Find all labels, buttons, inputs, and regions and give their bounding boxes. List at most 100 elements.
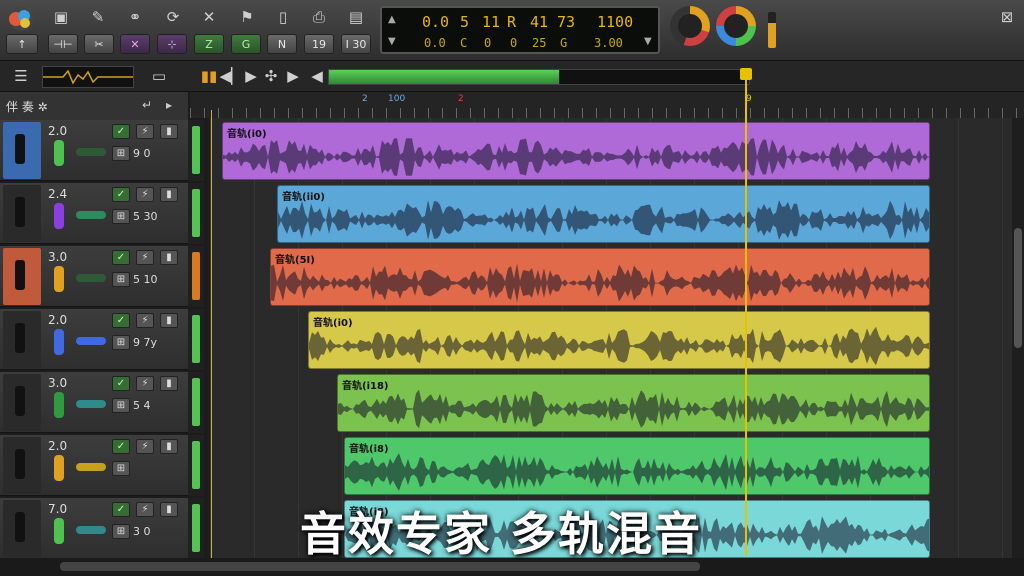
display-down-arrow-icon[interactable]: ▼ [388, 36, 396, 47]
mode-button-1[interactable]: ⊣⊢ [48, 34, 78, 54]
image-icon[interactable]: ▣ [48, 6, 74, 28]
track-check-button[interactable]: ✓ [112, 439, 130, 454]
rotate-icon[interactable]: ⟳ [160, 6, 186, 28]
audio-clip[interactable]: 音轨(i18) [337, 374, 930, 432]
audio-clip[interactable]: 音轨(ii0) [277, 185, 930, 243]
track-row[interactable]: 2.0 ✓ ⚡ ▮ ⊞ [0, 435, 188, 496]
track-check-button[interactable]: ✓ [112, 313, 130, 328]
list-view-icon[interactable]: ☰ [8, 65, 34, 87]
track-check-button[interactable]: ✓ [112, 250, 130, 265]
track-mute-button[interactable]: ▮ [160, 250, 178, 265]
track-send-slider[interactable] [76, 400, 106, 408]
display-down-arrow-icon[interactable]: ▼ [644, 36, 652, 47]
input-knob[interactable] [670, 6, 710, 46]
display-up-arrow-icon[interactable]: ▲ [388, 14, 396, 25]
track-mute-button[interactable]: ▮ [160, 439, 178, 454]
vertical-scrollbar[interactable] [1012, 118, 1024, 558]
track-solo-button[interactable]: ⚡ [136, 439, 154, 454]
mode-button-5[interactable]: Z [194, 34, 224, 54]
track-fader[interactable] [15, 260, 25, 290]
track-mute-button[interactable]: ▮ [160, 313, 178, 328]
return-icon[interactable]: ↵ [142, 98, 152, 112]
track-fx-button[interactable]: ⊞ [112, 461, 130, 476]
audio-clip[interactable]: 音轨(i0) [222, 122, 930, 180]
mode-button-8[interactable]: 19 [304, 34, 334, 54]
track-send-slider[interactable] [76, 274, 106, 282]
track-solo-button[interactable]: ⚡ [136, 376, 154, 391]
track-check-button[interactable]: ✓ [112, 502, 130, 517]
playhead-handle[interactable] [740, 68, 752, 80]
track-fader[interactable] [15, 386, 25, 416]
audio-clip[interactable]: 音轨(i8) [344, 437, 930, 495]
mode-button-2[interactable]: ✂ [84, 34, 114, 54]
track-fx-button[interactable]: ⊞ [112, 209, 130, 224]
output-knob[interactable] [716, 6, 756, 46]
track-list-header: 伴 奏 ✲ ↵ ▸ [0, 92, 188, 120]
track-meter [188, 498, 204, 559]
track-fader[interactable] [15, 197, 25, 227]
save-icon[interactable]: ▤ [343, 6, 369, 28]
upload-button[interactable]: ↑ [6, 34, 38, 54]
mode-button-3[interactable]: ✕ [120, 34, 150, 54]
monitor-icon[interactable]: ▭ [146, 65, 172, 87]
track-level-led [54, 392, 64, 418]
track-mute-button[interactable]: ▮ [160, 187, 178, 202]
track-fader[interactable] [15, 449, 25, 479]
audio-clip[interactable]: 音轨(i0) [308, 311, 930, 369]
play-forward-icon[interactable]: ▶ [280, 65, 306, 87]
track-check-button[interactable]: ✓ [112, 124, 130, 139]
track-send-slider[interactable] [76, 526, 106, 534]
track-fx-button[interactable]: ⊞ [112, 146, 130, 161]
track-fader[interactable] [15, 512, 25, 542]
display-value: 3.00 [594, 36, 623, 50]
expand-icon[interactable]: ▸ [166, 98, 172, 112]
track-row[interactable]: 3.0 ✓ ⚡ ▮ ⊞ 5 10 [0, 246, 188, 307]
playhead[interactable] [745, 70, 747, 556]
mode-button-6[interactable]: G [231, 34, 261, 54]
pen-tool-icon[interactable]: ✎ [85, 6, 111, 28]
track-row[interactable]: 2.4 ✓ ⚡ ▮ ⊞ 5 30 [0, 183, 188, 244]
track-fx-button[interactable]: ⊞ [112, 398, 130, 413]
track-solo-button[interactable]: ⚡ [136, 313, 154, 328]
track-solo-button[interactable]: ⚡ [136, 187, 154, 202]
track-fader[interactable] [15, 134, 25, 164]
close-panel-button[interactable]: ⊠ [994, 6, 1020, 28]
print-icon[interactable]: ⎙ [306, 6, 332, 28]
track-check-button[interactable]: ✓ [112, 376, 130, 391]
track-fx-button[interactable]: ⊞ [112, 524, 130, 539]
track-solo-button[interactable]: ⚡ [136, 250, 154, 265]
link-icon[interactable]: ⚭ [122, 6, 148, 28]
ruler-marker: 2 [362, 94, 368, 104]
track-meter [188, 372, 204, 433]
track-meter-fill [192, 126, 200, 174]
track-row[interactable]: 2.0 ✓ ⚡ ▮ ⊞ 9 7y [0, 309, 188, 370]
track-solo-button[interactable]: ⚡ [136, 124, 154, 139]
audio-clip[interactable]: 音轨(5I) [270, 248, 930, 306]
track-row[interactable]: 2.0 ✓ ⚡ ▮ ⊞ 9 0 [0, 120, 188, 181]
mode-button-4[interactable]: ⊹ [157, 34, 187, 54]
track-check-button[interactable]: ✓ [112, 187, 130, 202]
flag-icon[interactable]: ⚑ [234, 6, 260, 28]
track-send-slider[interactable] [76, 148, 106, 156]
tools-icon[interactable]: ✕ [196, 6, 222, 28]
clip-waveform [338, 389, 929, 429]
vertical-scrollbar-thumb[interactable] [1014, 228, 1022, 348]
track-mute-button[interactable]: ▮ [160, 376, 178, 391]
trash-icon[interactable]: ▯ [270, 6, 296, 28]
timeline-ruler[interactable]: 2 100 2 9 [190, 92, 1024, 118]
track-mute-button[interactable]: ▮ [160, 124, 178, 139]
track-solo-button[interactable]: ⚡ [136, 502, 154, 517]
track-fx-button[interactable]: ⊞ [112, 272, 130, 287]
back-icon[interactable]: ◀ [304, 65, 330, 87]
progress-timeline[interactable] [328, 69, 750, 85]
mode-button-7[interactable]: N [267, 34, 297, 54]
mode-button-9[interactable]: I 30 [341, 34, 371, 54]
track-send-slider[interactable] [76, 211, 106, 219]
track-row[interactable]: 3.0 ✓ ⚡ ▮ ⊞ 5 4 [0, 372, 188, 433]
track-send-slider[interactable] [76, 337, 106, 345]
track-fx-button[interactable]: ⊞ [112, 335, 130, 350]
track-fader[interactable] [15, 323, 25, 353]
track-row[interactable]: 7.0 ✓ ⚡ ▮ ⊞ 3 0 [0, 498, 188, 559]
track-send-slider[interactable] [76, 463, 106, 471]
track-mute-button[interactable]: ▮ [160, 502, 178, 517]
